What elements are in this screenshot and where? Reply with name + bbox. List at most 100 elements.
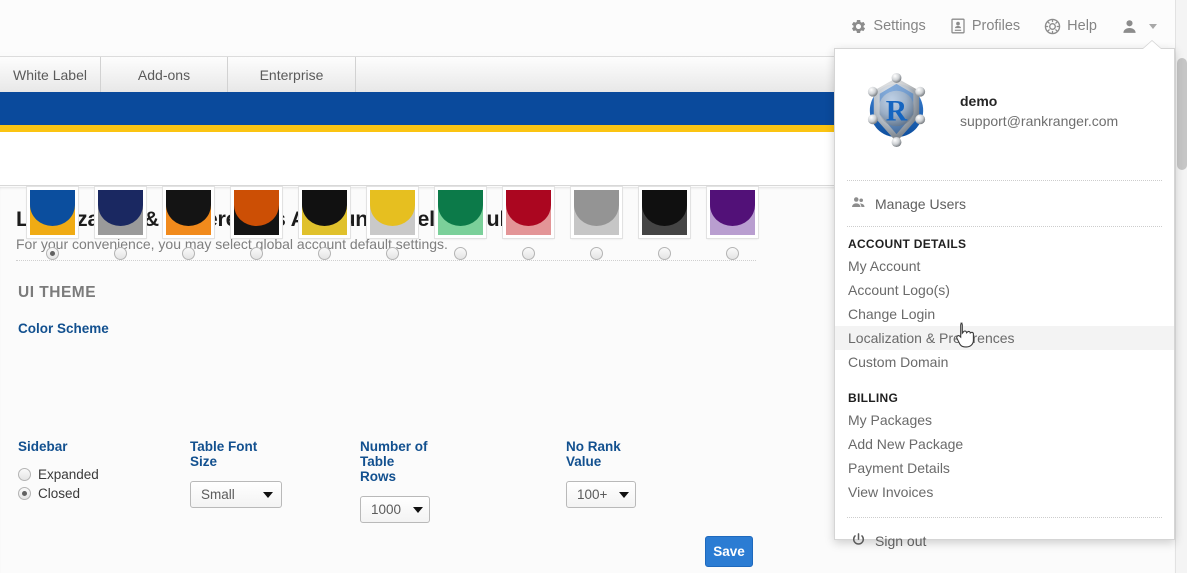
color-scheme-radio-black-gold[interactable] [318, 247, 331, 260]
section-heading-ui-theme: UI THEME [18, 284, 96, 302]
color-scheme-radio-gray-lightgray[interactable] [590, 247, 603, 260]
menu-item-custom-domain[interactable]: Custom Domain [835, 350, 1174, 374]
divider [847, 180, 1162, 181]
sidebar-option-expanded[interactable]: Expanded [18, 467, 168, 482]
color-swatch-green-lightgreen[interactable] [435, 187, 486, 238]
number-of-table-rows-group: Number of Table Rows 1000 [360, 439, 430, 523]
profiles-icon [950, 18, 966, 34]
user-menu-button[interactable] [1121, 18, 1157, 35]
color-scheme-cell [426, 187, 494, 260]
color-swatch-black-gold[interactable] [299, 187, 350, 238]
help-label: Help [1067, 18, 1097, 34]
chevron-down-icon [1149, 24, 1157, 29]
top-header: Settings Profiles Help [0, 0, 1175, 52]
chevron-down-icon [263, 492, 273, 498]
sidebar-field-group: Sidebar Expanded Closed [18, 439, 168, 501]
manage-users-label: Manage Users [875, 196, 966, 212]
dropdown-caret [1143, 41, 1161, 49]
manage-users-item[interactable]: Manage Users [835, 189, 1174, 219]
menu-item-my-packages[interactable]: My Packages [835, 408, 1174, 432]
menu-item-view-invoices[interactable]: View Invoices [835, 480, 1174, 504]
color-scheme-radio-blue-gold[interactable] [46, 247, 59, 260]
sidebar-label: Sidebar [18, 439, 168, 454]
save-label: Save [713, 544, 745, 559]
color-scheme-radio-purple-lavender[interactable] [726, 247, 739, 260]
billing-links: My PackagesAdd New PackagePayment Detail… [835, 408, 1174, 504]
help-icon [1044, 18, 1061, 35]
divider [847, 517, 1162, 518]
color-scheme-cell [562, 187, 630, 260]
radio-expanded[interactable] [18, 468, 31, 481]
table-font-size-select[interactable]: Small [190, 481, 282, 508]
color-scheme-radio-orange-black[interactable] [250, 247, 263, 260]
sign-out-item[interactable]: Sign out [835, 526, 1174, 556]
sidebar-option-closed[interactable]: Closed [18, 486, 168, 501]
table-font-size-group: Table Font Size Small [190, 439, 282, 508]
chevron-down-icon [413, 507, 423, 513]
tab-add-ons[interactable]: Add-ons [101, 57, 228, 92]
tab-white-label[interactable]: White Label [0, 57, 101, 92]
sidebar-option-label: Closed [38, 486, 80, 501]
color-swatch-blue-gold[interactable] [27, 187, 78, 238]
color-swatch-red-pink[interactable] [503, 187, 554, 238]
color-scheme-radio-gold-gray[interactable] [386, 247, 399, 260]
color-scheme-cell [222, 187, 290, 260]
profiles-button[interactable]: Profiles [950, 18, 1020, 34]
dropdown-user-info: demo support@rankranger.com [960, 69, 1118, 129]
number-of-table-rows-value: 1000 [371, 502, 401, 517]
page-scrollbar[interactable] [1175, 0, 1187, 573]
menu-item-account-logo-s[interactable]: Account Logo(s) [835, 278, 1174, 302]
no-rank-value-value: 100+ [577, 487, 607, 502]
tab-label: Enterprise [260, 67, 324, 83]
billing-heading: BILLING [835, 381, 1174, 408]
color-swatch-gray-lightgray[interactable] [571, 187, 622, 238]
sidebar-option-label: Expanded [38, 467, 99, 482]
no-rank-value-select[interactable]: 100+ [566, 481, 636, 508]
tab-label: White Label [13, 67, 87, 83]
color-scheme-cell [698, 187, 766, 260]
svg-text:R: R [886, 95, 908, 127]
color-scheme-radio-navy-gray[interactable] [114, 247, 127, 260]
color-swatch-navy-gray[interactable] [95, 187, 146, 238]
color-scheme-cell [18, 187, 86, 260]
menu-item-payment-details[interactable]: Payment Details [835, 456, 1174, 480]
color-scheme-radio-black-orange[interactable] [182, 247, 195, 260]
color-scheme-cell [494, 187, 562, 260]
dropdown-profile: R demo support@rankranger.com [835, 49, 1174, 180]
user-dropdown-panel: R demo support@rankranger.com [834, 48, 1175, 540]
color-scheme-cell [154, 187, 222, 260]
color-scheme-swatches [18, 187, 766, 260]
save-button[interactable]: Save [705, 536, 753, 567]
color-scheme-cell [630, 187, 698, 260]
profiles-label: Profiles [972, 18, 1020, 34]
menu-item-add-new-package[interactable]: Add New Package [835, 432, 1174, 456]
gear-icon [850, 18, 867, 35]
menu-item-change-login[interactable]: Change Login [835, 302, 1174, 326]
table-font-size-value: Small [201, 487, 235, 502]
color-swatch-purple-lavender[interactable] [707, 187, 758, 238]
tab-label: Add-ons [138, 67, 190, 83]
scrollbar-thumb[interactable] [1177, 58, 1187, 170]
chevron-down-icon [619, 492, 629, 498]
user-email: support@rankranger.com [960, 113, 1118, 129]
radio-closed[interactable] [18, 487, 31, 500]
color-swatch-black-orange[interactable] [163, 187, 214, 238]
color-scheme-radio-black-darkgray[interactable] [658, 247, 671, 260]
color-swatch-orange-black[interactable] [231, 187, 282, 238]
settings-button[interactable]: Settings [850, 18, 925, 35]
color-swatch-black-darkgray[interactable] [639, 187, 690, 238]
menu-item-my-account[interactable]: My Account [835, 254, 1174, 278]
color-swatch-gold-gray[interactable] [367, 187, 418, 238]
color-scheme-radio-green-lightgreen[interactable] [454, 247, 467, 260]
divider [16, 260, 756, 261]
tab-enterprise[interactable]: Enterprise [228, 57, 356, 92]
color-scheme-radio-red-pink[interactable] [522, 247, 535, 260]
help-button[interactable]: Help [1044, 18, 1097, 35]
menu-item-localization-preferences[interactable]: Localization & Preferences [835, 326, 1174, 350]
color-scheme-cell [86, 187, 154, 260]
number-of-table-rows-select[interactable]: 1000 [360, 496, 430, 523]
spacer [835, 374, 1174, 381]
rankranger-logo: R [857, 69, 936, 148]
no-rank-value-label: No Rank Value [566, 439, 636, 469]
app-root: Settings Profiles Help [0, 0, 1187, 573]
